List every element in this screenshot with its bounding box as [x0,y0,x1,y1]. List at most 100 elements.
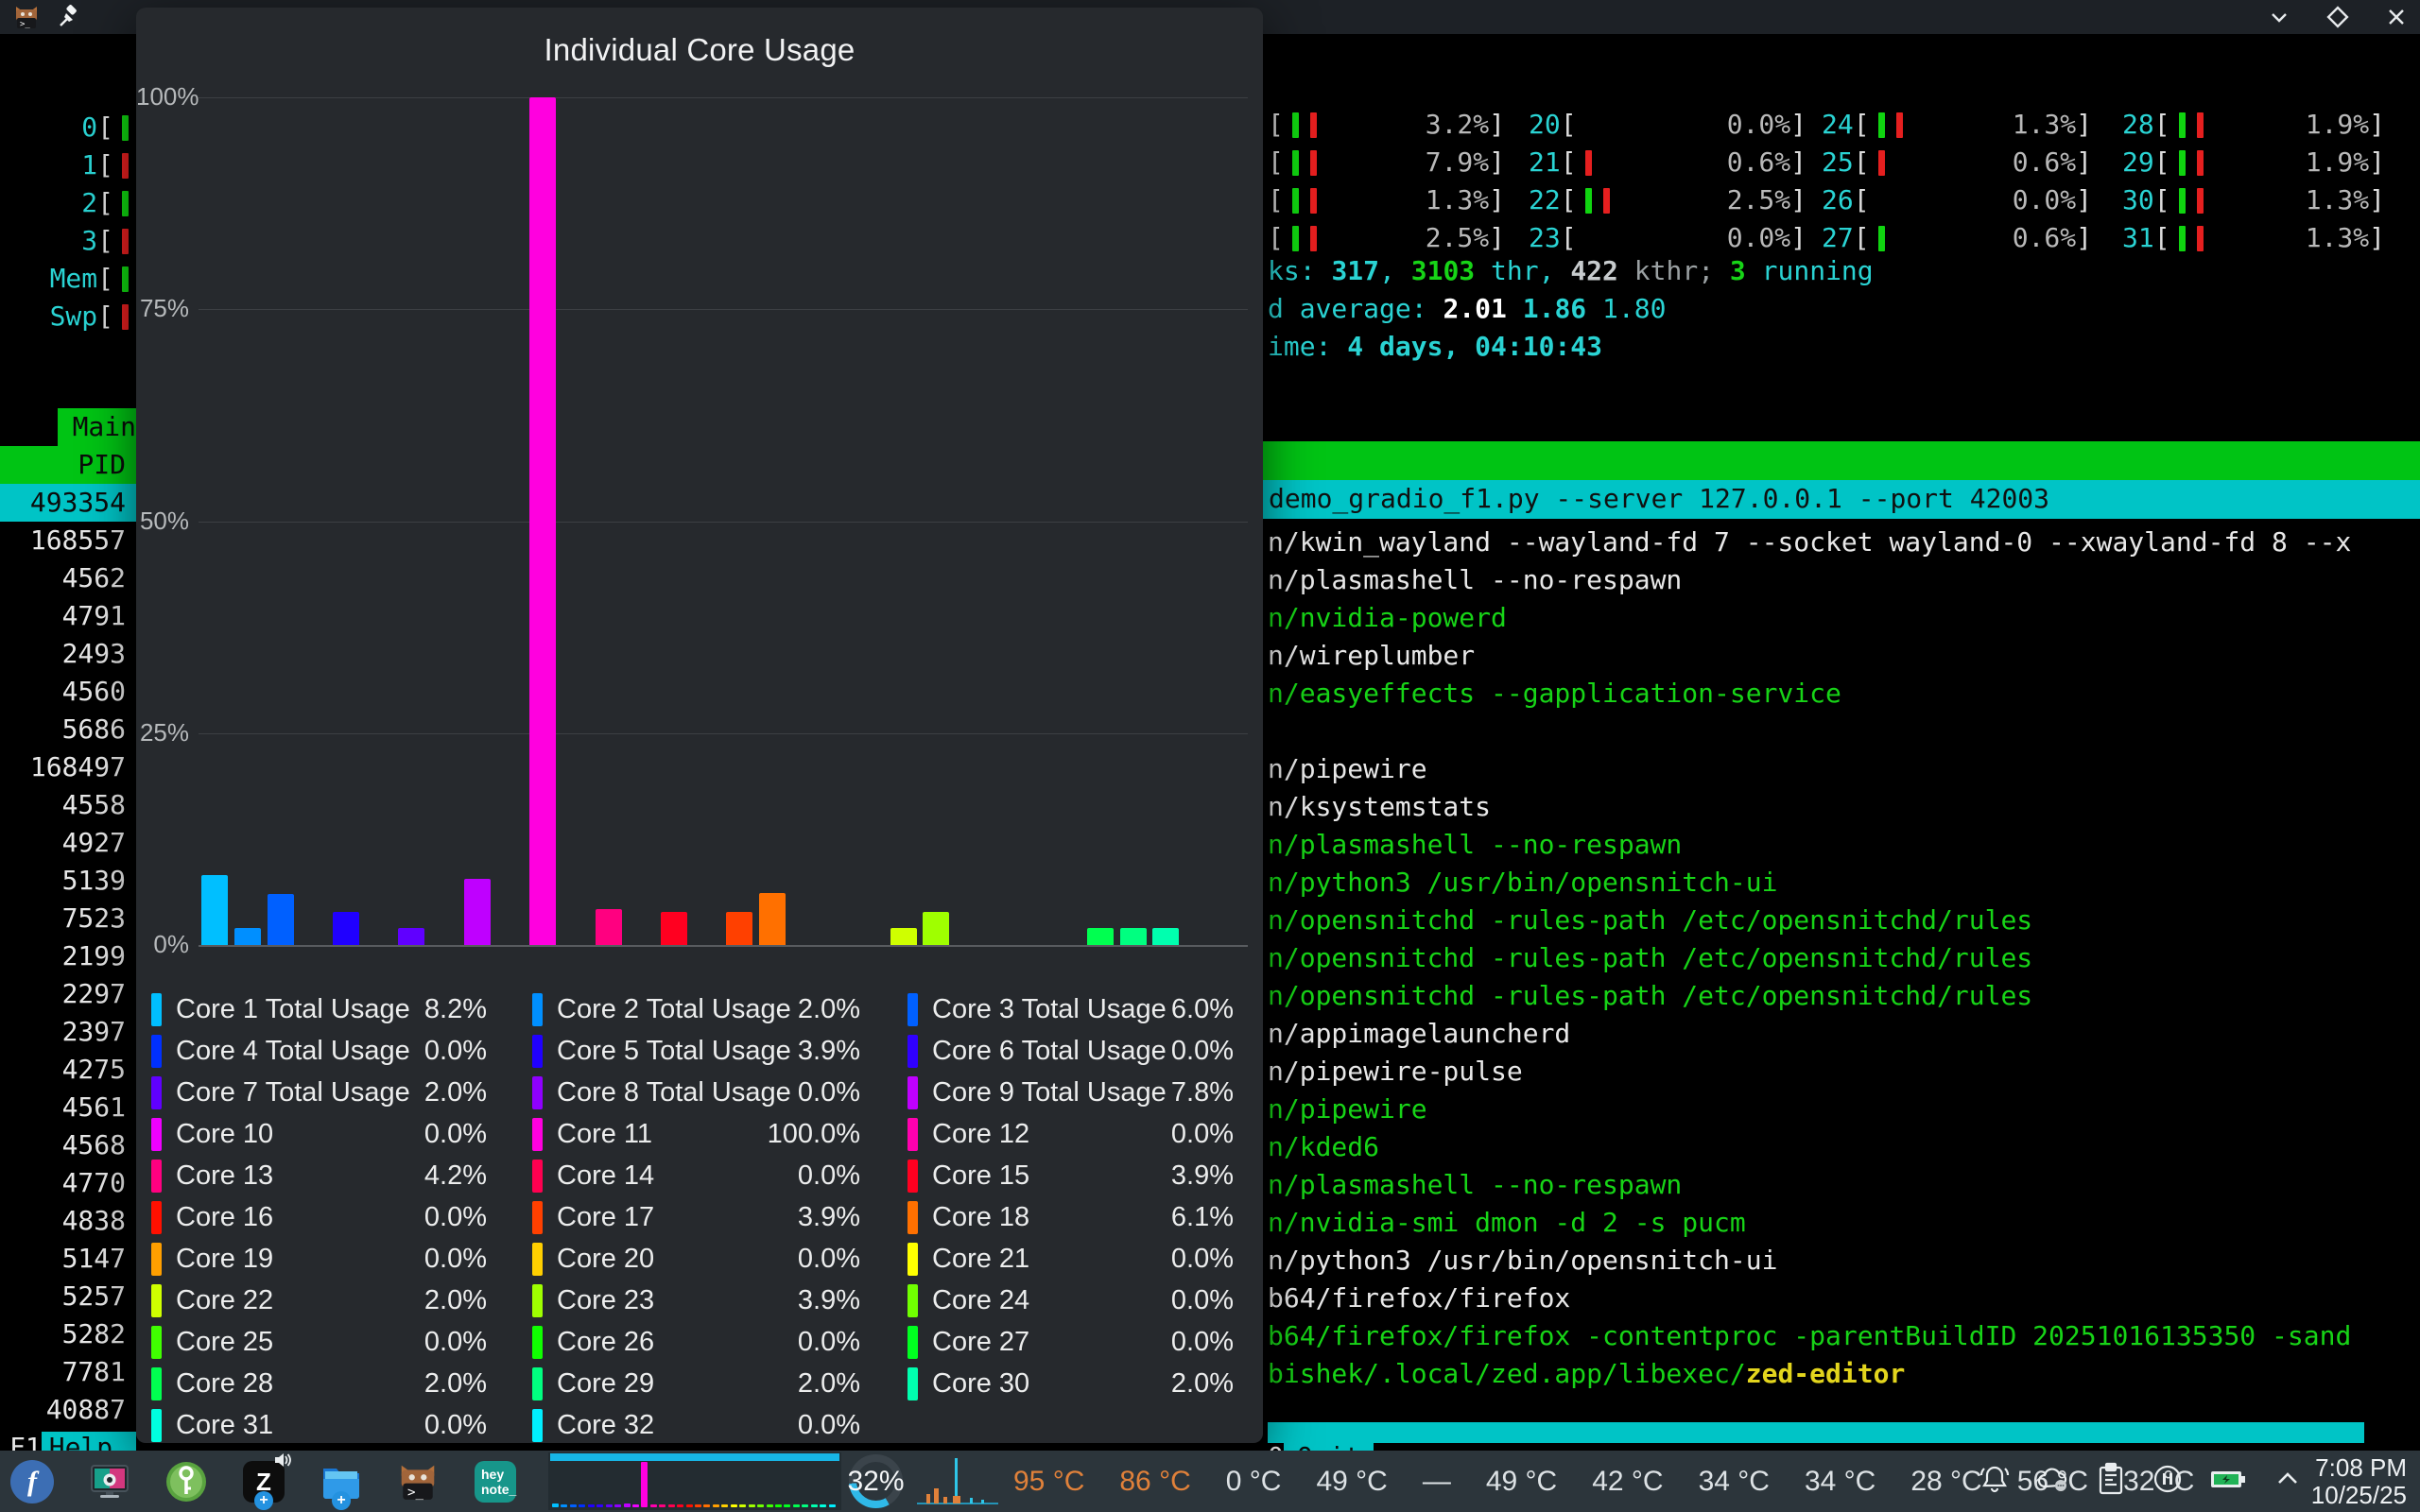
legend-entry: Core 186.1% [908,1196,1234,1238]
process-row[interactable]: b64/firefox/firefox -contentproc -parent… [1268,1317,2351,1355]
screenshot-monitor-icon [88,1460,131,1503]
clock-widget[interactable]: 7:08 PM 10/25/25 [2311,1454,2407,1509]
pid-cell[interactable]: 7523 [0,900,136,937]
legend-entry: Core 134.2% [151,1155,487,1196]
close-button[interactable] [2384,5,2409,29]
legend-value: 6.0% [1171,994,1234,1025]
mini-usage-bar [731,1504,737,1507]
pid-cell[interactable]: 4568 [0,1126,136,1164]
process-row[interactable]: n/opensnitchd -rules-path /etc/opensnitc… [1268,939,2032,977]
launcher-fedora[interactable]: f [9,1459,55,1504]
launcher-heynote[interactable]: heynote_ [473,1459,518,1504]
process-row[interactable]: n/python3 /usr/bin/opensnitch-ui [1268,1242,1777,1280]
pid-cell[interactable]: 2199 [0,937,136,975]
process-row[interactable]: b64/firefox/firefox [1268,1280,1570,1317]
process-row[interactable]: n/kded6 [1268,1128,1379,1166]
clipboard-icon[interactable] [2095,1462,2127,1501]
temperature-value: — [1423,1466,1451,1498]
pin-icon[interactable] [57,5,81,34]
legend-value: 0.0% [1171,1036,1234,1067]
process-row[interactable]: n/nvidia-powerd [1268,599,1507,637]
launcher-dolphin-files[interactable]: + [319,1459,364,1504]
pid-cell[interactable]: 2493 [0,635,136,673]
legend-value: 3.9% [798,1202,860,1233]
cloud-sync-icon[interactable] [2035,1462,2071,1501]
process-row[interactable]: n/pipewire-pulse [1268,1053,1523,1091]
process-row[interactable]: n/easyeffects --gapplication-service [1268,675,1841,713]
process-row[interactable]: n/pipewire [1268,1091,1427,1128]
pid-cell[interactable]: 2297 [0,975,136,1013]
process-row[interactable]: n/python3 /usr/bin/opensnitch-ui [1268,864,1777,902]
pid-cell[interactable]: 168557 [0,522,136,559]
legend-value: 0.0% [424,1327,487,1358]
pid-cell[interactable]: 7781 [0,1353,136,1391]
pid-cell[interactable]: 5139 [0,862,136,900]
pid-cell[interactable]: 5686 [0,711,136,748]
pid-cell[interactable]: 5282 [0,1315,136,1353]
pid-cell[interactable]: 4558 [0,786,136,824]
kitty-window-icon[interactable]: >_ [13,4,40,35]
process-row[interactable]: n/ksystemstats [1268,788,1491,826]
process-row[interactable]: n/wireplumber [1268,637,1475,675]
pid-cell[interactable]: 168497 [0,748,136,786]
cpu-gauge-widget[interactable]: 32% [849,1454,903,1508]
mini-usage-bar [552,1503,559,1507]
pid-column-header[interactable]: PID [0,446,136,484]
process-row[interactable]: n/kwin_wayland --wayland-fd 7 --socket w… [1268,524,2351,561]
red-meter-bar [2197,112,2204,138]
y-axis-tick-label: 25% [136,718,189,747]
pid-cell[interactable]: 5257 [0,1278,136,1315]
htop-tab-main[interactable]: Main [0,408,136,446]
htop-selected-process-row[interactable]: demo_gradio_f1.py --server 127.0.0.1 --p… [1263,480,2420,519]
pid-cell[interactable]: 4560 [0,673,136,711]
pid-cell[interactable]: 4791 [0,597,136,635]
maximize-button[interactable] [2325,5,2350,29]
pid-cell[interactable]: 4561 [0,1089,136,1126]
launcher-keepassxc[interactable] [164,1459,209,1504]
notifications-bell-icon[interactable] [1978,1462,2012,1501]
legend-value: 0.0% [798,1244,860,1275]
cpu-meter-Mem: Mem[ [0,260,136,298]
pid-cell[interactable]: 4927 [0,824,136,862]
process-row[interactable]: n/plasmashell --no-respawn [1268,1166,1682,1204]
legend-entry: Core 100.0% [151,1113,487,1155]
pid-cell[interactable]: 4770 [0,1164,136,1202]
process-row[interactable]: n/pipewire [1268,750,1427,788]
kitty-terminal-icon: >_ [397,1461,439,1503]
legend-swatch [532,1284,543,1317]
temperature-value: 42 °C [1592,1466,1663,1498]
process-row[interactable]: n/opensnitchd -rules-path /etc/opensnitc… [1268,977,2032,1015]
legend-entry: Core 9 Total Usage7.8% [908,1072,1234,1113]
green-meter-bar [1878,226,1885,251]
green-meter-bar [2179,112,2186,138]
tasks-summary-line: ks: 317, 3103 thr, 422 kthr; 3 running [1268,252,1874,290]
pid-cell[interactable]: 4562 [0,559,136,597]
process-row[interactable]: n/nvidia-smi dmon -d 2 -s pucm [1268,1204,1746,1242]
pid-cell[interactable]: 5147 [0,1240,136,1278]
usage-bar-core-22 [890,928,917,945]
minimize-button[interactable] [2267,5,2291,29]
green-meter-bar [1292,150,1299,176]
pause-circle-icon[interactable] [2151,1462,2185,1501]
red-meter-bar [122,304,129,330]
legend-label: Core 18 [932,1202,1171,1233]
usage-bar-core-28 [1087,928,1114,945]
pid-cell[interactable]: 4275 [0,1051,136,1089]
selected-pid-cell[interactable]: 493354 [0,484,136,522]
process-row[interactable]: n/appimagelauncherd [1268,1015,1570,1053]
launcher-spectacle-screenshot[interactable] [87,1459,132,1504]
pid-cell[interactable]: 4838 [0,1202,136,1240]
pid-cell[interactable]: 2397 [0,1013,136,1051]
core-usage-mini-widget[interactable] [548,1452,841,1510]
battery-icon[interactable] [2208,1462,2248,1501]
process-row[interactable]: n/opensnitchd -rules-path /etc/opensnitc… [1268,902,2032,939]
pid-cell[interactable]: 40887 [0,1391,136,1429]
process-row[interactable]: n/plasmashell --no-respawn [1268,826,1682,864]
process-row[interactable]: n/plasmashell --no-respawn [1268,561,1682,599]
launcher-zed[interactable]: Z + [241,1459,286,1504]
expand-tray-chevron-up-icon[interactable] [2272,1462,2304,1501]
y-axis-tick-label: 50% [136,507,189,536]
process-row[interactable]: bishek/.local/zed.app/libexec/zed-editor [1268,1355,1905,1393]
launcher-kitty-terminal[interactable]: >_ [395,1459,441,1504]
history-sparkline-widget[interactable] [915,1454,1000,1508]
